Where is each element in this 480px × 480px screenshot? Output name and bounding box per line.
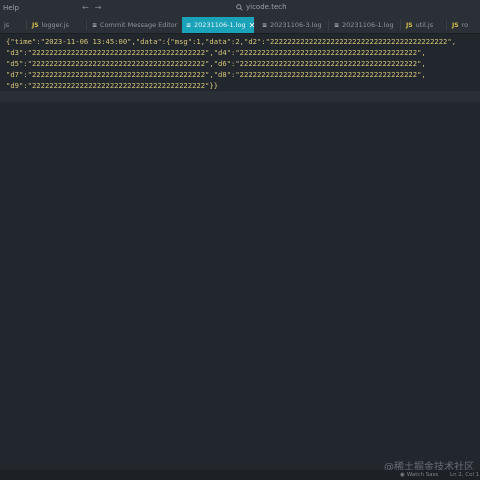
cursor-position[interactable]: Ln 2, Col 1: [450, 472, 479, 478]
watch-sass-button[interactable]: ◉ Watch Sass: [400, 472, 438, 478]
file-lines-icon: ≡: [92, 21, 98, 29]
js-file-icon: JS: [452, 21, 459, 29]
tab-ro[interactable]: JS ro: [448, 17, 480, 33]
file-lines-icon: ≡: [334, 21, 340, 29]
code-editor[interactable]: {"time":"2023-11-06 13:45:00","data":{"m…: [0, 34, 480, 470]
tab-util-js[interactable]: JS util.js: [402, 17, 446, 33]
tab-label: ro: [461, 21, 469, 29]
watch-sass-label: Watch Sass: [406, 472, 439, 478]
eye-icon: ◉: [400, 472, 405, 478]
tab-label: 20231106-1.log: [342, 21, 394, 29]
tab-label: util.js: [415, 21, 434, 29]
tab-divider: [86, 20, 87, 30]
tab-label: 20231106-3.log: [270, 21, 322, 29]
status-bar: ◉ Watch Sass Ln 2, Col 1: [0, 470, 480, 480]
tab-divider: [400, 20, 401, 30]
close-icon[interactable]: ✕: [249, 21, 254, 30]
tab-20231106-1-log[interactable]: ≡ 20231106-1.log: [330, 17, 400, 33]
tab-label: 20231106-1.log: [194, 21, 246, 29]
file-lines-icon: ≡: [262, 21, 268, 29]
file-lines-icon: ≡: [186, 21, 192, 29]
search-text: yicode.tech: [246, 3, 287, 11]
tab-divider: [446, 20, 447, 30]
js-file-icon: JS: [32, 21, 39, 29]
tab-js[interactable]: js: [0, 17, 26, 33]
current-line-highlight: [0, 91, 480, 102]
tab-label: logger.js: [41, 21, 69, 29]
tab-commit-message-editor[interactable]: ≡ Commit Message Editor: [88, 17, 180, 33]
tab-bar: js JS logger.js ≡ Commit Message Editor …: [0, 17, 480, 34]
code-line-1: {"time":"2023-11-06 13:45:00","data":{"m…: [6, 37, 457, 46]
title-bar: Help ←→ yicode.tech: [0, 0, 480, 17]
tab-logger-js[interactable]: JS logger.js: [28, 17, 86, 33]
js-file-icon: JS: [406, 21, 413, 29]
tab-divider: [26, 20, 27, 30]
forward-arrow-icon[interactable]: →: [95, 3, 108, 12]
tab-label: Commit Message Editor: [100, 21, 178, 29]
tab-20231106-3-log[interactable]: ≡ 20231106-3.log: [258, 17, 328, 33]
tab-label: js: [4, 21, 10, 29]
command-search[interactable]: yicode.tech: [236, 3, 287, 11]
back-arrow-icon[interactable]: ←: [82, 3, 95, 12]
search-icon: [236, 3, 243, 11]
tab-20231106-1-log-active[interactable]: ≡ 20231106-1.log ✕: [182, 17, 254, 33]
code-line-5: "d9":"2222222222222222222222222222222222…: [6, 81, 219, 90]
code-line-3: "d5":"2222222222222222222222222222222222…: [6, 59, 426, 68]
code-line-4: "d7":"2222222222222222222222222222222222…: [6, 70, 426, 79]
nav-arrows: ←→: [82, 3, 107, 12]
tab-divider: [328, 20, 329, 30]
menu-help[interactable]: Help: [3, 4, 19, 12]
code-line-2: "d3":"2222222222222222222222222222222222…: [6, 48, 426, 57]
